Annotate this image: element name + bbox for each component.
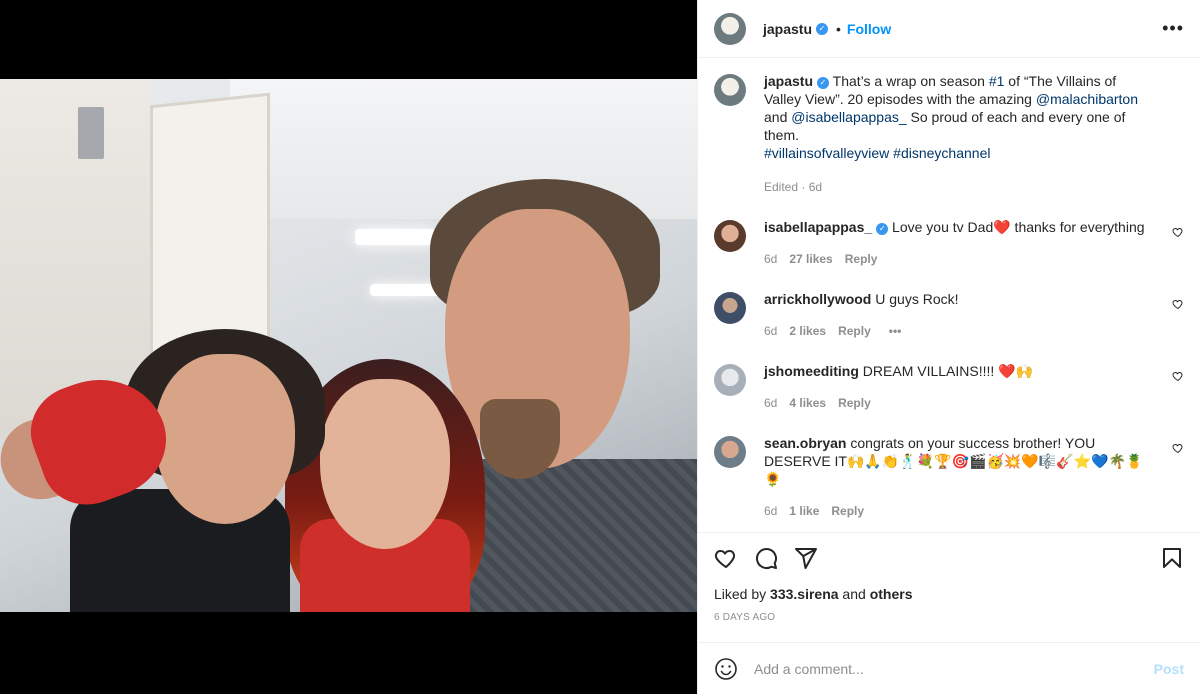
likes-summary: Liked by 333.sirena and others [714, 586, 1184, 602]
verified-icon: ✓ [876, 223, 889, 235]
likes-prefix: Liked by [714, 586, 771, 602]
commenter-avatar[interactable] [714, 220, 746, 252]
mention-link[interactable]: @malachibarton [1036, 91, 1138, 107]
comment-body: jshomeediting DREAM VILLAINS!!!! ❤️🙌 6d … [764, 362, 1184, 412]
comment-meta: 6d 4 likes Reply [764, 394, 1158, 412]
add-comment-bar: Post [698, 642, 1200, 694]
comment-input[interactable] [754, 660, 1154, 677]
bookmark-icon[interactable] [1160, 546, 1184, 570]
hashtag-link[interactable]: #disneychannel [893, 145, 990, 161]
share-icon[interactable] [794, 546, 818, 570]
comment-like-heart-icon[interactable] [1172, 370, 1184, 382]
comment-meta: 6d 2 likes Reply ••• [764, 322, 1158, 340]
comment-likes[interactable]: 27 likes [789, 250, 832, 268]
action-icons [714, 533, 1184, 583]
caption-meta: Edited · 6d [764, 178, 1144, 196]
comment-like-heart-icon[interactable] [1172, 226, 1184, 238]
comment-text: U guys Rock! [871, 291, 959, 307]
comment-likes[interactable]: 1 like [789, 502, 819, 520]
comment-row: isabellapappas_ ✓ Love you tv Dad❤️ thank… [714, 218, 1184, 268]
post-timestamp[interactable]: 6 DAYS AGO [714, 612, 1184, 623]
comment-meta: 6d 1 like Reply [764, 502, 1158, 520]
author-username[interactable]: japastu [763, 21, 812, 37]
comment-meta: 6d 27 likes Reply [764, 250, 1158, 268]
comment-text: DREAM VILLAINS!!!! ❤️🙌 [858, 363, 1034, 379]
author-avatar[interactable] [714, 74, 746, 106]
hashtag-link[interactable]: #1 [989, 73, 1005, 89]
post-sidebar: japastu ✓ • Follow ••• japastu ✓ That’s a… [697, 0, 1200, 694]
post-comment-button[interactable]: Post [1154, 661, 1184, 677]
commenter-avatar[interactable] [714, 364, 746, 396]
likes-mid: and [838, 586, 870, 602]
comment-time[interactable]: 6d [764, 502, 777, 520]
comment-icon[interactable] [754, 546, 778, 570]
emoji-icon[interactable] [714, 657, 738, 681]
reply-button[interactable]: Reply [838, 394, 871, 412]
girl-face [320, 379, 450, 549]
verified-icon: ✓ [817, 77, 830, 89]
commenter-username[interactable]: isabellapappas_ [764, 219, 872, 235]
caption-text: and [764, 109, 792, 125]
commenter-avatar[interactable] [714, 436, 746, 468]
liked-by-others-link[interactable]: others [870, 586, 913, 602]
ceiling-light [370, 284, 440, 296]
author-avatar[interactable] [714, 12, 746, 45]
commenter-username[interactable]: jshomeediting [764, 363, 859, 379]
comment-likes[interactable]: 2 likes [789, 322, 826, 340]
mention-link[interactable]: @isabellapappas_ [791, 109, 906, 125]
follow-button[interactable]: Follow [847, 21, 891, 37]
verified-icon: ✓ [816, 22, 829, 35]
media-pane [0, 0, 697, 694]
man-beard [480, 399, 560, 479]
caption-edited-time: Edited · 6d [764, 180, 823, 194]
comment-like-heart-icon[interactable] [1172, 298, 1184, 310]
comment-options-icon[interactable]: ••• [889, 322, 902, 340]
comment-likes[interactable]: 4 likes [789, 394, 826, 412]
comment-time[interactable]: 6d [764, 250, 777, 268]
comment-body: isabellapappas_ ✓ Love you tv Dad❤️ thank… [764, 218, 1184, 268]
post-header: japastu ✓ • Follow ••• [698, 0, 1200, 58]
comment-row: arrickhollywood U guys Rock! 6d 2 likes … [714, 290, 1184, 340]
post-photo[interactable] [0, 79, 697, 612]
post-modal: japastu ✓ • Follow ••• japastu ✓ That’s a… [0, 0, 1200, 694]
comment-row: sean.obryan congrats on your success bro… [714, 434, 1184, 520]
liked-by-user-link[interactable]: 333.sirena [770, 586, 839, 602]
commenter-avatar[interactable] [714, 292, 746, 324]
commenter-username[interactable]: arrickhollywood [764, 291, 871, 307]
caption-text: That’s a wrap on season [829, 73, 989, 89]
ceiling-light [355, 229, 435, 245]
commenter-username[interactable]: sean.obryan [764, 435, 846, 451]
comment-body: sean.obryan congrats on your success bro… [764, 434, 1184, 520]
reply-button[interactable]: Reply [838, 322, 871, 340]
separator-dot: • [836, 20, 841, 37]
comment-body: arrickhollywood U guys Rock! 6d 2 likes … [764, 290, 1184, 340]
comment-row: jshomeediting DREAM VILLAINS!!!! ❤️🙌 6d … [714, 362, 1184, 412]
caption-body: japastu ✓ That’s a wrap on season #1 of “… [764, 72, 1184, 196]
caption-username[interactable]: japastu [764, 73, 813, 89]
caption: japastu ✓ That’s a wrap on season #1 of “… [714, 72, 1184, 196]
comment-text: Love you tv Dad❤️ thanks for everything [888, 219, 1145, 235]
boy-face [155, 354, 295, 524]
hashtag-link[interactable]: #villainsofvalleyview [764, 145, 889, 161]
reply-button[interactable]: Reply [831, 502, 864, 520]
door-hinge [78, 107, 104, 159]
comments-list[interactable]: japastu ✓ That’s a wrap on season #1 of “… [698, 58, 1200, 532]
ceiling [230, 79, 697, 219]
comment-like-heart-icon[interactable] [1172, 442, 1184, 454]
reply-button[interactable]: Reply [845, 250, 878, 268]
post-actions: Liked by 333.sirena and others 6 DAYS AG… [698, 532, 1200, 642]
heart-icon[interactable] [714, 546, 738, 570]
more-options-icon[interactable]: ••• [1162, 18, 1184, 39]
comment-time[interactable]: 6d [764, 322, 777, 340]
comment-time[interactable]: 6d [764, 394, 777, 412]
